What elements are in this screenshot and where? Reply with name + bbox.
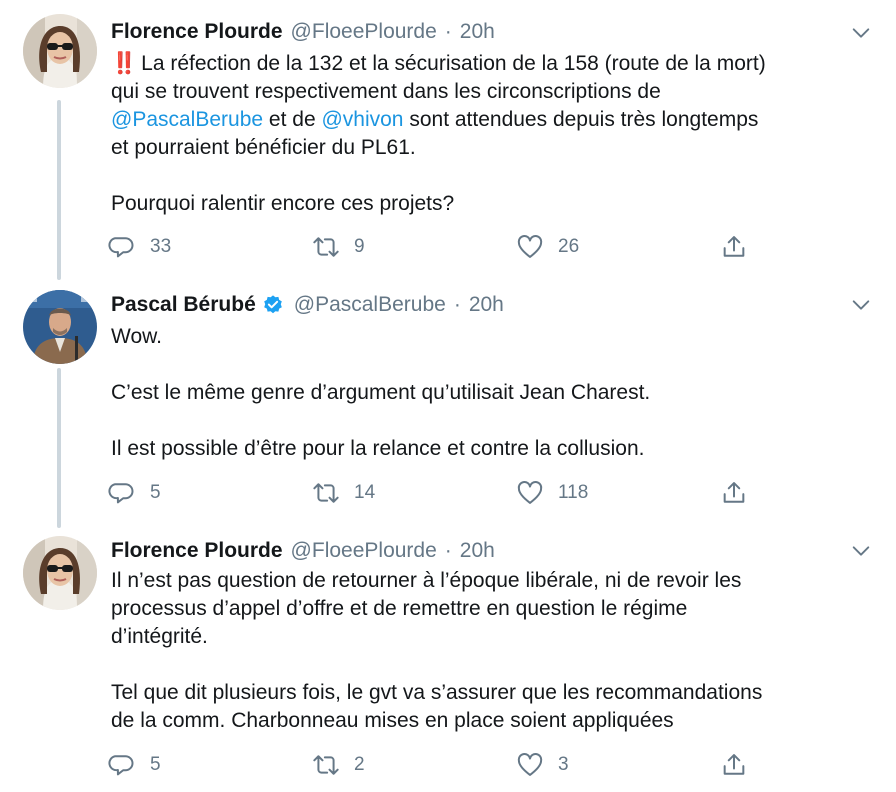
heart-icon — [517, 753, 543, 776]
retweet-count: 9 — [354, 236, 365, 257]
tweet-text: Wow. C’est le même genre d’argument qu’u… — [111, 323, 871, 463]
reply-icon — [108, 483, 134, 504]
verified-badge-icon — [263, 295, 282, 314]
tweet-line: @PascalBerube et de @vhivon sont attendu… — [111, 108, 759, 131]
author-handle[interactable]: @FloeePlourde — [291, 20, 437, 44]
tweet-actions: 5 2 3 — [108, 750, 768, 780]
chevron-down-icon[interactable] — [850, 22, 872, 44]
like-count: 118 — [558, 482, 589, 503]
timestamp[interactable]: 20h — [469, 293, 504, 317]
mention-link[interactable]: @vhivon — [321, 108, 403, 131]
share-icon — [723, 236, 745, 257]
share-button[interactable] — [720, 750, 748, 780]
avatar-florence-image — [23, 536, 97, 610]
share-button[interactable] — [720, 478, 748, 508]
share-icon — [723, 482, 745, 503]
reply-count: 5 — [150, 754, 161, 775]
separator-dot: · — [444, 20, 452, 43]
tweet-line: Il est possible d’être pour la relance e… — [111, 437, 645, 460]
retweet-button[interactable]: 2 — [312, 750, 365, 780]
avatar-pascal-image — [23, 290, 97, 364]
author-handle[interactable]: @PascalBerube — [294, 293, 446, 317]
tweet-line: qui se trouvent respectivement dans les … — [111, 80, 661, 103]
author-handle[interactable]: @FloeePlourde — [291, 539, 437, 563]
tweet[interactable]: Florence Plourde @FloeePlourde · 20h Il … — [0, 528, 896, 792]
separator-dot: · — [444, 539, 452, 562]
reply-button[interactable]: 5 — [108, 478, 161, 508]
author-name[interactable]: Pascal Bérubé — [111, 293, 256, 317]
tweet-actions: 33 9 26 — [108, 232, 768, 262]
like-button[interactable]: 3 — [516, 750, 569, 780]
share-button[interactable] — [720, 232, 748, 262]
tweet-line: d’intégrité. — [111, 625, 208, 648]
double-exclamation-emoji: ‼️ — [111, 52, 137, 75]
avatar[interactable] — [23, 290, 97, 364]
chevron-down-icon[interactable] — [850, 294, 872, 316]
author-name[interactable]: Florence Plourde — [111, 539, 283, 563]
tweet-line: Pourquoi ralentir encore ces projets? — [111, 192, 455, 215]
reply-count: 5 — [150, 482, 161, 503]
tweet-line: processus d’appel d’offre et de remettre… — [111, 597, 688, 620]
mention-link[interactable]: @PascalBerube — [111, 108, 263, 131]
like-count: 3 — [558, 754, 569, 775]
heart-icon — [517, 235, 543, 258]
tweet-text: ‼️ La réfection de la 132 et la sécurisat… — [111, 50, 871, 218]
retweet-icon — [313, 755, 339, 775]
tweet-line: de la comm. Charbonneau mises en place s… — [111, 709, 674, 732]
share-icon — [723, 754, 745, 775]
retweet-button[interactable]: 9 — [312, 232, 365, 262]
retweet-icon — [313, 237, 339, 257]
tweet-header: Pascal Bérubé @PascalBerube · 20h — [111, 290, 504, 320]
avatar[interactable] — [23, 536, 97, 610]
reply-icon — [108, 755, 134, 776]
retweet-count: 14 — [354, 482, 376, 503]
tweet-line: ‼️ La réfection de la 132 et la sécurisat… — [111, 52, 766, 75]
heart-icon — [517, 481, 543, 504]
tweet-header: Florence Plourde @FloeePlourde · 20h — [111, 536, 495, 566]
tweet-header: Florence Plourde @FloeePlourde · 20h — [111, 17, 495, 47]
author-name[interactable]: Florence Plourde — [111, 20, 283, 44]
tweet-text: Il n’est pas question de retourner à l’é… — [111, 567, 871, 735]
retweet-count: 2 — [354, 754, 365, 775]
reply-button[interactable]: 5 — [108, 750, 161, 780]
avatar[interactable] — [23, 14, 97, 88]
tweet-actions: 5 14 118 — [108, 478, 768, 508]
like-button[interactable]: 26 — [516, 232, 579, 262]
tweet[interactable]: Florence Plourde @FloeePlourde · 20h ‼️ L… — [0, 0, 896, 282]
tweet-line: Wow. — [111, 325, 162, 348]
separator-dot: · — [453, 293, 461, 316]
avatar-florence-image — [23, 14, 97, 88]
retweet-icon — [313, 483, 339, 503]
reply-count: 33 — [150, 236, 172, 257]
chevron-down-icon[interactable] — [850, 540, 872, 562]
reply-icon — [108, 237, 134, 258]
reply-button[interactable]: 33 — [108, 232, 171, 262]
timestamp[interactable]: 20h — [460, 539, 495, 563]
tweet-line: Tel que dit plusieurs fois, le gvt va s’… — [111, 681, 763, 704]
like-button[interactable]: 118 — [516, 478, 588, 508]
tweet-line: Il n’est pas question de retourner à l’é… — [111, 569, 742, 592]
tweet[interactable]: Pascal Bérubé @PascalBerube · 20h Wow. C… — [0, 282, 896, 528]
tweet-line: et pourraient bénéficier du PL61. — [111, 136, 416, 159]
tweet-line: C’est le même genre d’argument qu’utilis… — [111, 381, 651, 404]
like-count: 26 — [558, 236, 580, 257]
retweet-button[interactable]: 14 — [312, 478, 375, 508]
timestamp[interactable]: 20h — [460, 20, 495, 44]
